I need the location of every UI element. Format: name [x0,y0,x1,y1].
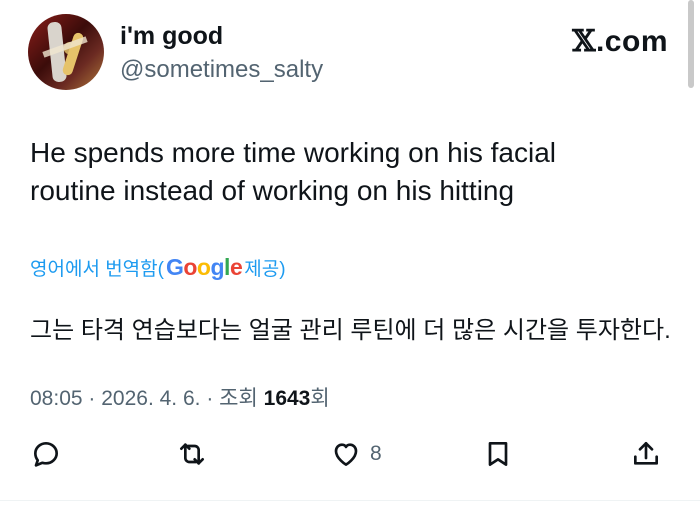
scrollbar[interactable] [688,0,694,88]
google-logo: Google [165,254,243,281]
bookmark-button[interactable] [482,434,514,474]
tweet-line-2: routine instead of working on his hittin… [30,175,515,206]
repost-icon [180,443,204,465]
translation-provided: 제공) [244,259,286,280]
like-count: 8 [370,442,382,465]
x-com-logo: 𝕏.com [572,24,668,59]
translated-text: 그는 타격 연습보다는 얼굴 관리 루틴에 더 많은 시간을 투자한다. [30,317,671,344]
action-bar: 8 [30,434,670,478]
divider [0,500,700,501]
tweet-date[interactable]: 2026. 4. 6. [101,387,200,410]
reply-button[interactable] [30,434,62,474]
display-name[interactable]: i'm good [120,22,223,51]
google-letter: o [183,254,197,280]
views-label: 조회 [219,387,264,410]
views-count[interactable]: 1643 [264,387,311,410]
google-letter: o [196,254,211,280]
translation-attribution[interactable]: 영어에서 번역함( Google 제공) [30,254,286,281]
tweet-header: i'm good @sometimes_salty 𝕏.com [28,12,668,92]
tweet-meta: 08:05 · 2026. 4. 6. · 조회 1643회 [30,382,330,412]
heart-icon [334,443,358,466]
meta-separator: · [82,387,102,410]
google-letter: g [210,254,225,280]
share-button[interactable] [630,434,662,474]
translation-label: 영어에서 번역함( [30,259,164,280]
tweet-line-1: He spends more time working on his facia… [30,137,557,168]
like-button[interactable]: 8 [330,434,382,474]
repost-button[interactable] [176,434,208,474]
views-suffix: 회 [310,387,330,410]
x-logo-icon: 𝕏 [572,24,596,59]
reply-icon [34,442,58,467]
share-icon [634,442,658,465]
google-letter: e [229,254,243,280]
tweet-text: He spends more time working on his facia… [30,134,650,210]
meta-separator: · [200,387,220,410]
brand-suffix: .com [595,25,668,58]
avatar[interactable] [28,14,104,90]
user-handle[interactable]: @sometimes_salty [120,56,323,84]
bookmark-icon [488,442,508,466]
tweet-time[interactable]: 08:05 [30,387,83,410]
google-letter: G [165,254,184,280]
